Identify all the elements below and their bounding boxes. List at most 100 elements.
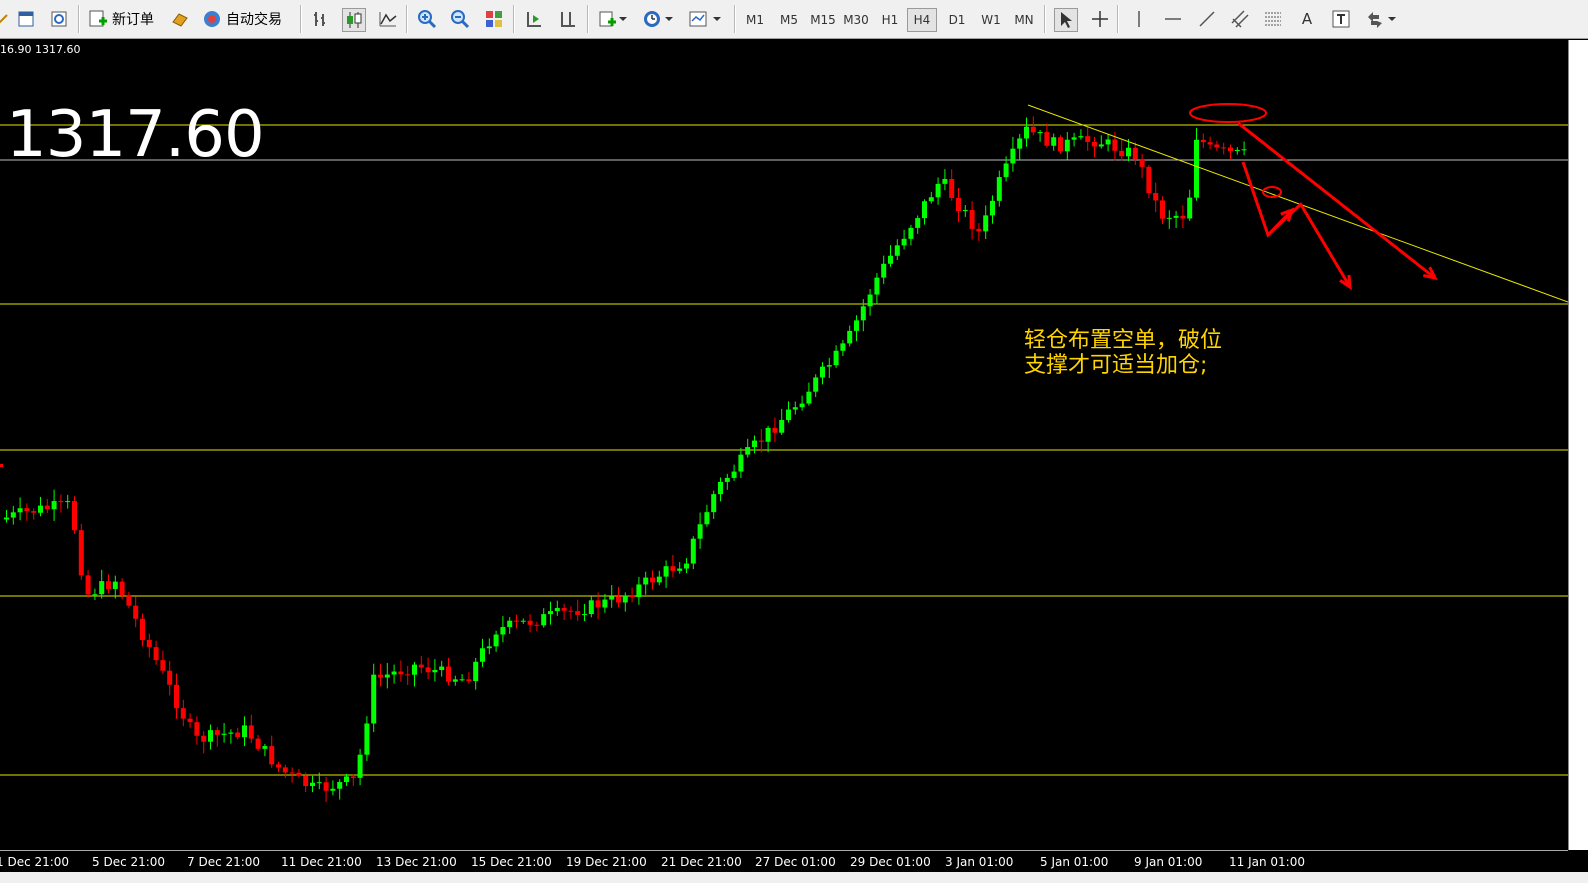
candle-body [398,671,404,675]
annotation-line-1: 轻仓布置空单，破位 [1024,328,1223,353]
candle-body [990,200,995,216]
chevron-down-icon[interactable] [1387,8,1397,30]
time-axis-label: 21 Dec 21:00 [661,855,742,869]
candle-body [78,530,84,576]
zoom-out-icon[interactable] [449,8,471,30]
trendline-icon[interactable] [1196,8,1218,30]
candle-body [616,596,621,603]
time-axis-label: 11 Dec 21:00 [281,855,362,869]
candle-body [303,775,309,787]
channel-icon[interactable] [1229,8,1251,30]
chart-shift-icon[interactable] [557,8,579,30]
market-watch-icon[interactable] [48,8,70,30]
candle-body [745,447,751,455]
candle-body [1228,147,1233,152]
candle-body [1221,147,1227,149]
chevron-down-icon[interactable] [712,8,722,30]
candle-body [72,501,77,531]
candle-body [85,575,91,595]
horizontal-line-icon[interactable] [1162,8,1184,30]
arrow-icon[interactable] [0,8,14,30]
text-label-icon[interactable] [1330,8,1352,30]
candlestick-icon[interactable] [342,8,366,32]
candle-body [813,377,819,392]
candle-body [534,624,540,626]
candle-body [901,238,907,246]
window-icon[interactable] [15,8,37,30]
candle-body [697,524,703,539]
candle-body [758,440,764,442]
bar-chart-icon[interactable] [310,8,332,30]
candle-body [99,581,105,595]
candle-body [690,538,696,564]
candle-body [1024,126,1029,139]
candle-body [214,730,220,735]
candle-body [1146,166,1152,193]
candle-body [459,679,465,681]
candle-body [391,671,397,675]
text-icon[interactable]: A [1296,8,1318,30]
candle-body [1112,139,1118,151]
candle-body [826,365,832,367]
candle-body [44,505,50,510]
line-chart-icon[interactable] [377,8,399,30]
candle-body [248,725,254,739]
candle-body [643,577,649,585]
candle-body [466,679,472,682]
new-order-button[interactable]: 新订单 [88,6,154,32]
gold-icon[interactable] [169,8,191,30]
candle-body [187,718,193,723]
candle-body [500,627,506,635]
candle-body [711,494,717,513]
candle-body [656,576,662,583]
templates-icon[interactable] [687,8,709,30]
top-ellipse-marker [1189,103,1267,123]
candle-body [167,670,173,685]
arrows-icon[interactable] [1364,8,1386,30]
candle-body [160,660,166,671]
timeframe-h4-button[interactable]: H4 [907,8,937,32]
periods-icon[interactable] [641,8,663,30]
time-axis-label: 15 Dec 21:00 [471,855,552,869]
timeframe-mn-button[interactable]: MN [1011,8,1037,32]
candle-body [738,454,744,472]
chevron-down-icon[interactable] [664,8,674,30]
candle-body [58,501,64,503]
candle-body [24,508,30,512]
candle-body [1214,144,1220,148]
candle-body [493,634,499,647]
candle-body [235,732,241,738]
candle-body [140,618,145,640]
fibonacci-icon[interactable] [1262,8,1284,30]
vertical-line-icon[interactable] [1128,8,1150,30]
price-scale[interactable] [1568,40,1588,850]
candle-body [731,471,737,478]
tile-windows-icon[interactable] [483,8,505,30]
timeframe-m5-button[interactable]: M5 [776,8,802,32]
candle-body [888,255,893,264]
auto-trade-button[interactable]: 自动交易 [202,6,282,32]
cursor-icon[interactable] [1054,8,1078,32]
candle-body [636,584,642,598]
candle-body [629,595,635,598]
chevron-down-icon[interactable] [618,8,628,30]
time-axis-label: 1 Dec 21:00 [0,855,70,869]
candle-body [1003,163,1009,178]
candle-body [323,782,329,791]
candle-body [1051,137,1057,146]
crosshair-icon[interactable] [1089,8,1111,30]
indicators-icon[interactable] [597,8,619,30]
candle-body [310,782,315,787]
timeframe-m30-button[interactable]: M30 [843,8,869,32]
candle-body [65,501,71,503]
zoom-in-icon[interactable] [416,8,438,30]
candle-body [704,512,710,525]
timeframe-d1-button[interactable]: D1 [944,8,970,32]
timeframe-h1-button[interactable]: H1 [877,8,903,32]
auto-scroll-icon[interactable] [523,8,545,30]
candle-body [133,605,139,619]
timeframe-m15-button[interactable]: M15 [810,8,836,32]
candle-body [425,667,431,673]
timeframe-w1-button[interactable]: W1 [978,8,1004,32]
timeframe-m1-button[interactable]: M1 [742,8,768,32]
